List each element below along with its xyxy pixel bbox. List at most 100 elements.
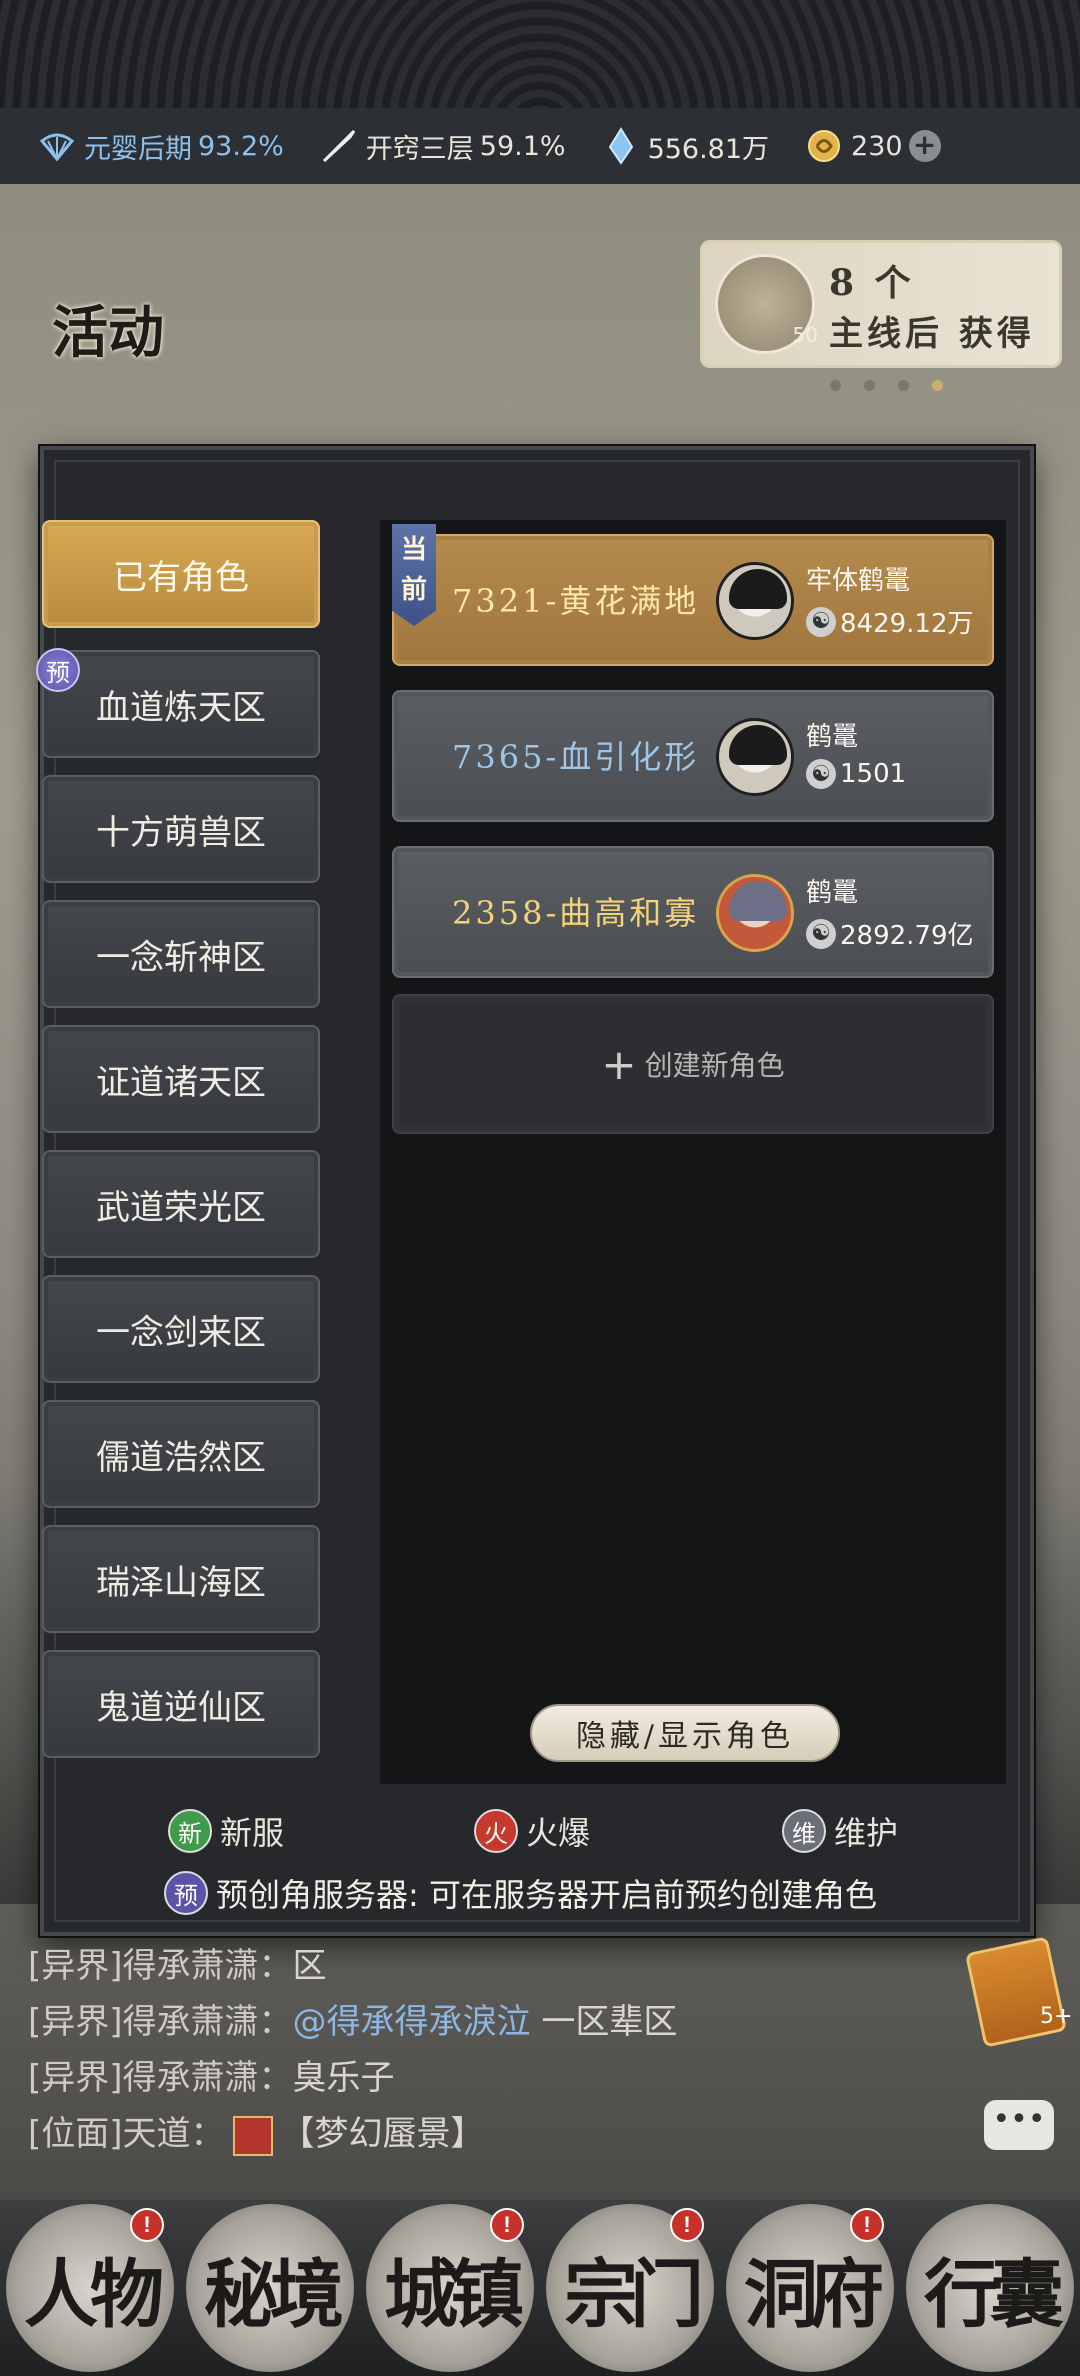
sword-icon (320, 127, 358, 165)
role-info: 牢体鹤鼍 ☯ 8429.12万 (806, 560, 974, 640)
carousel-dot[interactable] (864, 380, 875, 391)
role-info: 鹤鼍 ☯ 1501 (806, 716, 906, 789)
create-role-label: 创建新角色 (644, 1049, 785, 1082)
nav-bag[interactable]: 行囊 (906, 2204, 1074, 2372)
pre-create-text: 预创角服务器: 可在服务器开启前预约创建角色 (216, 1876, 877, 1914)
event-button[interactable]: 活动 (52, 288, 164, 369)
role-avatar (716, 718, 794, 796)
legend-hot-label: 火爆 (526, 1814, 591, 1852)
carousel-dot-active[interactable] (932, 380, 943, 391)
role-title: 7365-血引化形 (452, 732, 699, 778)
current-role-tag: 当前 (392, 524, 436, 626)
legend-hot: 火 火爆 (474, 1808, 590, 1854)
pre-create-badge: 预 (36, 648, 80, 692)
server-tab[interactable]: 武道荣光区 (42, 1150, 320, 1258)
role-name: 血引化形 (559, 738, 700, 776)
role-server-id: 7321- (452, 582, 560, 620)
role-avatar (716, 874, 794, 952)
quest-line-2: 主线后 获得 (829, 313, 1035, 354)
server-tab[interactable]: 血道炼天区 (42, 650, 320, 758)
gold-value: 230 (851, 130, 903, 162)
carousel-dot[interactable] (898, 380, 909, 391)
role-card[interactable]: 7365-血引化形 鹤鼍 ☯ 1501 (392, 690, 994, 822)
server-tab-existing-roles[interactable]: 已有角色 (42, 520, 320, 628)
role-server-id: 2358- (452, 894, 560, 932)
server-status-legend: 新 新服 火 火爆 维 维护 (168, 1808, 968, 1854)
gift-count: 5+ (1040, 2004, 1073, 2029)
server-tab[interactable]: 一念斩神区 (42, 900, 320, 1008)
gold-coin-icon (805, 127, 843, 165)
role-name: 黄花满地 (559, 582, 700, 620)
nav-town[interactable]: 城镇! (366, 2204, 534, 2372)
realm-stat[interactable]: 元婴后期 93.2% (38, 127, 284, 166)
role-avatar (716, 562, 794, 640)
legend-new-label: 新服 (220, 1814, 285, 1852)
meridian-label: 开窍三层 (365, 133, 474, 165)
role-title: 2358-曲高和寡 (452, 888, 699, 934)
quest-reward-card[interactable]: 50 8 个 主线后 获得 (700, 240, 1062, 368)
chat-message: [异界]得承萧潇：@得承得承淚泣 一区辈区 (28, 2002, 678, 2042)
role-info: 鹤鼍 ☯ 2892.79亿 (806, 872, 974, 952)
plus-icon: + (601, 1039, 637, 1089)
add-gold-button[interactable]: + (908, 130, 941, 162)
server-tab[interactable]: 证道诸天区 (42, 1025, 320, 1133)
status-bar: 元婴后期 93.2% 开窍三层 59.1% 556.81万 230 + (0, 108, 1080, 184)
chat-log[interactable]: [异界]得承萧潇：区 [异界]得承萧潇：@得承得承淚泣 一区辈区 [异界]得承萧… (28, 1938, 677, 2162)
gold-stat[interactable]: 230 + (805, 127, 941, 165)
server-tab[interactable]: 一念剑来区 (42, 1275, 320, 1383)
legend-maint: 维 维护 (782, 1808, 898, 1854)
crystal-icon (602, 127, 640, 165)
role-rank: 鹤鼍 (806, 878, 859, 908)
server-tab[interactable]: 十方萌兽区 (42, 775, 320, 883)
role-power: 1501 (840, 759, 907, 789)
yin-yang-icon: ☯ (806, 918, 836, 949)
alert-icon: ! (850, 2208, 884, 2242)
nav-character[interactable]: 人物! (6, 2204, 174, 2372)
role-card[interactable]: 7321-黄花满地 牢体鹤鼍 ☯ 8429.12万 (392, 534, 994, 666)
quest-line-1: 8 个 (829, 261, 915, 304)
nav-secret-realm[interactable]: 秘境 (186, 2204, 354, 2372)
chat-message: [异界]得承萧潇：臭乐子 (28, 2058, 395, 2098)
meridian-percent: 59.1% (479, 130, 566, 162)
reward-level: 50 (792, 323, 818, 347)
new-server-icon: 新 (168, 1809, 212, 1853)
legend-new: 新 新服 (168, 1808, 284, 1854)
nav-sect[interactable]: 宗门! (546, 2204, 714, 2372)
reward-icon: 50 (715, 254, 818, 354)
realm-label: 元婴后期 (84, 133, 192, 165)
yin-yang-icon: ☯ (806, 759, 836, 789)
role-name: 曲高和寡 (559, 894, 700, 932)
legend-maint-label: 维护 (834, 1814, 899, 1852)
toggle-role-visibility-button[interactable]: 隐藏/显示角色 (530, 1704, 840, 1762)
meridian-stat[interactable]: 开窍三层 59.1% (320, 127, 566, 166)
role-server-id: 7365- (452, 738, 560, 776)
red-envelope-icon (232, 2115, 273, 2156)
chat-more-button[interactable]: ••• (984, 2100, 1054, 2150)
server-tab[interactable]: 鬼道逆仙区 (42, 1650, 320, 1758)
hot-server-icon: 火 (474, 1809, 518, 1853)
nav-cave[interactable]: 洞府! (726, 2204, 894, 2372)
role-rank: 牢体鹤鼍 (806, 566, 911, 596)
pre-create-icon: 预 (164, 1871, 208, 1915)
yin-yang-icon: ☯ (806, 606, 836, 637)
realm-percent: 93.2% (198, 130, 284, 162)
carousel-dots (830, 380, 966, 391)
alert-icon: ! (490, 2208, 524, 2242)
role-power: 2892.79亿 (840, 921, 974, 951)
spirit-stone-value: 556.81万 (647, 133, 770, 165)
spirit-stone-stat[interactable]: 556.81万 (602, 127, 769, 166)
chat-message: [位面]天道： 【梦幻蜃景】 (28, 2114, 485, 2156)
chat-mention-link[interactable]: @得承得承淚泣 (293, 2002, 531, 2042)
fan-icon (38, 127, 76, 165)
role-power: 8429.12万 (840, 609, 974, 639)
role-rank: 鹤鼍 (806, 722, 859, 752)
role-card[interactable]: 2358-曲高和寡 鹤鼍 ☯ 2892.79亿 (392, 846, 994, 978)
bottom-nav: 人物! 秘境 城镇! 宗门! 洞府! 行囊 (0, 2200, 1080, 2376)
pre-create-note: 预 预创角服务器: 可在服务器开启前预约创建角色 (164, 1870, 877, 1916)
server-tab[interactable]: 瑞泽山海区 (42, 1525, 320, 1633)
server-tab[interactable]: 儒道浩然区 (42, 1400, 320, 1508)
role-title: 7321-黄花满地 (452, 576, 699, 622)
create-role-button[interactable]: + 创建新角色 (392, 994, 994, 1134)
maintenance-icon: 维 (782, 1809, 826, 1853)
carousel-dot[interactable] (830, 380, 841, 391)
